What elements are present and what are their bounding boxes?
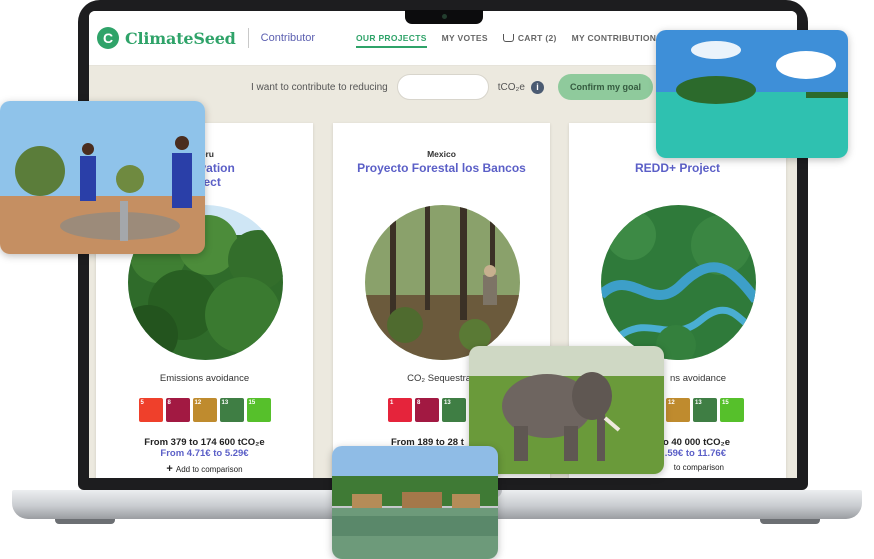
sdg-12-icon: 12 — [666, 398, 690, 422]
laptop-foot — [55, 519, 115, 524]
photo-river-village — [332, 446, 498, 559]
goal-bar: I want to contribute to reducing tCO₂e i… — [251, 74, 653, 100]
nav-my-contributions[interactable]: MY CONTRIBUTIONS — [572, 33, 663, 48]
sdg-12-icon: 12 — [192, 398, 217, 422]
main-nav: OUR PROJECTS MY VOTES CART (2) MY CONTRI… — [356, 33, 662, 48]
compare-label: to comparison — [673, 463, 724, 472]
logo[interactable]: C ClimateSeed Contributor — [97, 27, 315, 49]
price-range: From 4.71€ to 5.29€ — [160, 448, 249, 459]
camera-icon — [442, 14, 447, 19]
sdg-5-icon: 5 — [138, 398, 163, 422]
project-title[interactable]: Proyecto Forestal los Bancos — [333, 161, 550, 175]
nav-cart[interactable]: CART (2) — [502, 33, 557, 48]
laptop-notch — [405, 10, 483, 24]
photo-water-pump — [0, 101, 205, 254]
photo-mangrove-island — [656, 30, 848, 158]
goal-unit: tCO₂e — [497, 81, 525, 93]
nav-my-votes[interactable]: MY VOTES — [442, 33, 488, 48]
cart-icon — [502, 34, 514, 42]
nav-our-projects[interactable]: OUR PROJECTS — [356, 33, 427, 48]
logo-text: ClimateSeed — [125, 28, 236, 48]
photo-elephant — [469, 346, 664, 474]
goal-prompt: I want to contribute to reducing — [251, 81, 388, 93]
sdg-13-icon: 13 — [693, 398, 717, 422]
confirm-goal-button[interactable]: Confirm my goal — [557, 74, 653, 100]
sdg-13-icon: 13 — [219, 398, 244, 422]
role-label: Contributor — [260, 32, 316, 44]
project-country: Mexico — [427, 149, 456, 159]
sdg-1-icon: 1 — [388, 398, 412, 422]
add-to-comparison-button[interactable]: + Add to comparison — [96, 463, 313, 475]
nav-cart-label: CART (2) — [517, 33, 557, 43]
laptop-foot — [760, 519, 820, 524]
sdg-8-icon: 8 — [415, 398, 439, 422]
info-icon[interactable]: i — [530, 80, 544, 94]
plus-icon: + — [166, 463, 173, 475]
project-type: Emissions avoidance — [159, 373, 250, 384]
sdg-badges: 5 8 12 13 15 — [96, 398, 313, 422]
compare-label: Add to comparison — [175, 465, 243, 474]
sdg-15-icon: 15 — [246, 398, 271, 422]
marketing-composition: C ClimateSeed Contributor OUR PROJECTS M… — [0, 0, 874, 559]
sdg-15-icon: 15 — [720, 398, 744, 422]
logo-divider — [247, 28, 249, 48]
climateseed-logo-icon: C — [97, 27, 119, 49]
project-photo-forest — [365, 205, 520, 360]
project-photo-river — [601, 205, 756, 360]
sdg-8-icon: 8 — [165, 398, 190, 422]
project-title[interactable]: REDD+ Project — [569, 161, 786, 175]
sdg-13-icon: 13 — [442, 398, 466, 422]
goal-input[interactable] — [396, 74, 489, 100]
tonnage-range: From 379 to 174 600 tCO₂e — [144, 437, 265, 448]
